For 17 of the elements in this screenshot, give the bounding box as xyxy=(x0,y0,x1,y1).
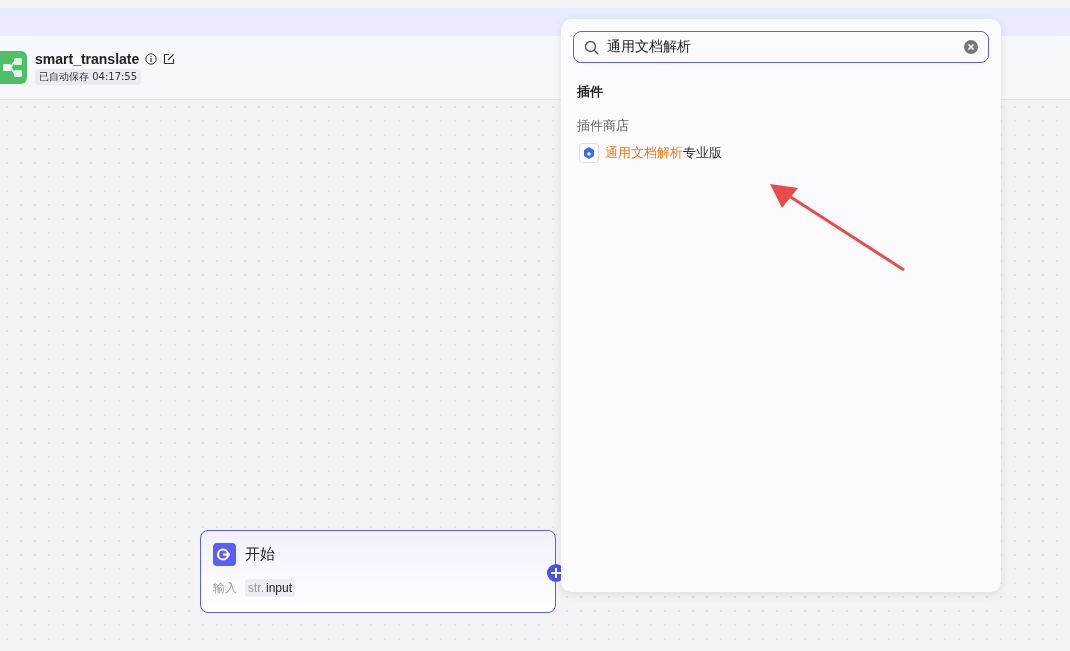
start-node-icon xyxy=(213,543,236,566)
autosave-status: 已自动保存 04:17:55 xyxy=(35,68,142,85)
group-heading: 插件商店 xyxy=(577,117,630,135)
edit-icon[interactable] xyxy=(163,52,176,65)
clear-icon[interactable] xyxy=(964,40,978,54)
section-heading: 插件 xyxy=(577,83,604,101)
search-icon xyxy=(584,39,599,55)
start-node[interactable]: 开始 输入 str. input xyxy=(200,530,556,613)
plugin-result[interactable]: 通用文档解析专业版 xyxy=(605,144,722,162)
parameter-tag: str. input xyxy=(245,579,296,597)
node-title: 开始 xyxy=(245,545,275,564)
workflow-title: smart_translate xyxy=(35,50,140,67)
input-label: 输入 xyxy=(213,579,237,597)
plugin-icon xyxy=(579,143,599,163)
search-bar[interactable]: 通用文档解析 xyxy=(573,31,989,63)
info-icon[interactable] xyxy=(145,52,158,65)
search-field[interactable]: 通用文档解析 xyxy=(607,39,956,55)
